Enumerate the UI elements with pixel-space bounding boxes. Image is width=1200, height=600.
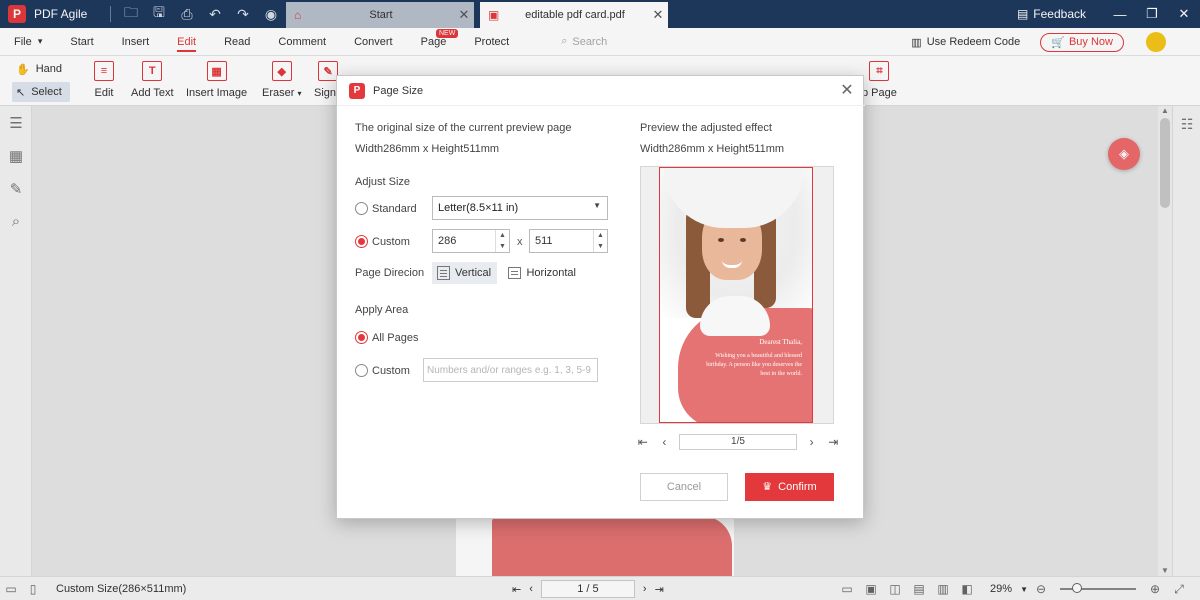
vip-icon: ♛ xyxy=(762,481,773,493)
original-size-value: Width286mm x Height511mm xyxy=(355,143,500,155)
confirm-label: Confirm xyxy=(778,481,817,493)
custom-range-label: Custom xyxy=(372,365,410,377)
preview-page-number[interactable]: 1/5 xyxy=(679,434,797,450)
height-value: 511 xyxy=(535,235,553,247)
standard-radio[interactable] xyxy=(355,202,368,215)
cancel-button[interactable]: Cancel xyxy=(640,473,728,501)
standard-label: Standard xyxy=(372,203,417,215)
arrow-down-icon[interactable]: ▼ xyxy=(597,243,604,250)
arrow-up-icon[interactable]: ▲ xyxy=(499,232,506,239)
width-value: 286 xyxy=(438,235,457,247)
standard-size-value: Letter(8.5×11 in) xyxy=(438,202,519,214)
arrow-up-icon[interactable]: ▲ xyxy=(597,232,604,239)
custom-range-radio[interactable] xyxy=(355,364,368,377)
close-icon[interactable]: ✕ xyxy=(837,81,857,101)
last-page-icon[interactable]: ⇥ xyxy=(822,435,844,449)
preview-eye xyxy=(740,238,746,242)
preview-navigation: ⇤ ‹ 1/5 › ⇥ xyxy=(632,433,844,451)
all-pages-radio[interactable] xyxy=(355,331,368,344)
width-stepper[interactable]: ▲ ▼ xyxy=(495,230,509,252)
preview-label: Preview the adjusted effect xyxy=(640,122,772,134)
confirm-button[interactable]: ♛ Confirm xyxy=(745,473,834,501)
preview-size-value: Width286mm x Height511mm xyxy=(640,143,785,155)
landscape-icon xyxy=(508,267,522,279)
portrait-icon xyxy=(437,266,450,280)
pdf-logo-icon: P xyxy=(349,82,365,99)
custom-size-label: Custom xyxy=(372,236,410,248)
vertical-direction-button[interactable]: Vertical xyxy=(432,262,497,284)
page-direction-label: Page Direcion xyxy=(355,267,425,279)
preview-message: Wishing you a beautiful and blessed birt… xyxy=(706,353,802,377)
apply-area-heading: Apply Area xyxy=(355,304,409,316)
adjust-size-heading: Adjust Size xyxy=(355,176,411,188)
height-stepper[interactable]: ▲ ▼ xyxy=(593,230,607,252)
horizontal-direction-button[interactable]: Horizontal xyxy=(503,262,581,284)
preview-page: Dearest Thalia, Wishing you a beautiful … xyxy=(659,167,813,423)
arrow-down-icon[interactable]: ▼ xyxy=(499,243,506,250)
first-page-icon[interactable]: ⇤ xyxy=(632,435,654,449)
all-pages-label: All Pages xyxy=(372,332,419,344)
standard-size-select[interactable]: Letter(8.5×11 in) ▼ xyxy=(432,196,608,220)
original-size-label: The original size of the current preview… xyxy=(355,122,572,134)
preview-greeting: Dearest Thalia, xyxy=(759,338,802,346)
preview-eye xyxy=(718,238,724,242)
vertical-label: Vertical xyxy=(455,267,492,279)
next-page-icon[interactable]: › xyxy=(801,435,823,449)
page-range-input[interactable]: Numbers and/or ranges e.g. 1, 3, 5-9 xyxy=(423,358,598,382)
height-input[interactable]: 511 ▲ ▼ xyxy=(529,229,608,253)
dialog-header: P Page Size ✕ xyxy=(337,76,865,106)
chevron-down-icon: ▼ xyxy=(593,201,601,210)
width-input[interactable]: 286 ▲ ▼ xyxy=(432,229,510,253)
horizontal-label: Horizontal xyxy=(526,267,576,279)
custom-size-radio[interactable] xyxy=(355,235,368,248)
dialog-title: Page Size xyxy=(373,84,424,97)
times-separator: x xyxy=(517,236,523,248)
previous-page-icon[interactable]: ‹ xyxy=(654,435,676,449)
